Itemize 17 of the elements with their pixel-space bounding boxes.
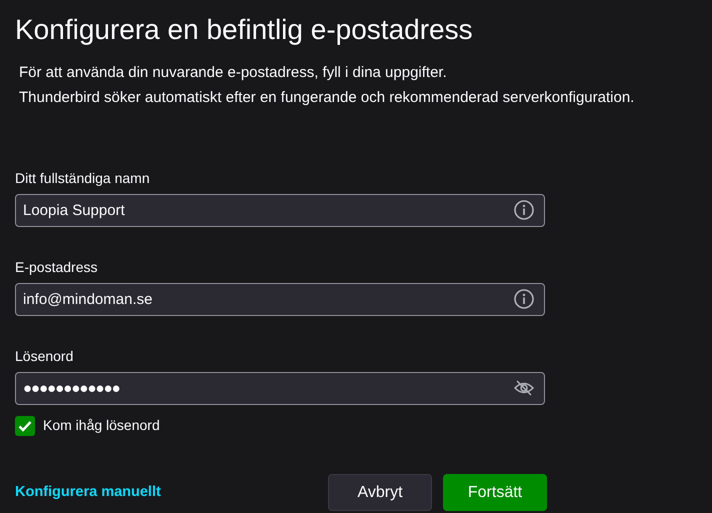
intro-text: För att använda din nuvarande e-postadress, fyll i dina uppgifter.	[19, 63, 448, 84]
field-label: Ditt fullständiga namn	[15, 169, 151, 188]
checkbox-label: Kom ihåg lösenord	[43, 416, 160, 436]
input-field[interactable]: Loopia Support	[15, 194, 545, 228]
password-field[interactable]: ●●●●●●●●●●●●	[15, 372, 545, 406]
info-icon[interactable]	[513, 199, 535, 222]
page-title: Konfigurera en befintlig e-postadress	[15, 13, 474, 47]
input-field[interactable]: info@mindoman.se	[15, 283, 545, 316]
checkbox[interactable]	[15, 416, 35, 436]
info-icon[interactable]	[513, 288, 535, 310]
field-label: E-postadress	[15, 258, 98, 278]
continue-button[interactable]: Fortsätt	[443, 474, 547, 512]
manual-config-link[interactable]: Konfigurera manuellt	[15, 482, 161, 504]
field-label: Lösenord	[15, 347, 74, 366]
intro-text: Thunderbird söker automatiskt efter en fungerande och rekommenderad serverkonfiguration.	[19, 88, 636, 108]
cancel-button[interactable]: Avbryt	[328, 474, 432, 512]
check-icon	[18, 420, 32, 432]
